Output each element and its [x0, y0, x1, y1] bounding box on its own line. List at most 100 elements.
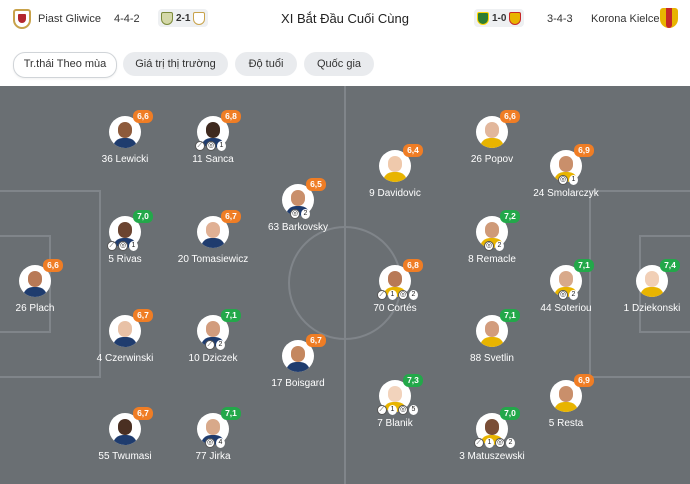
tab-country[interactable]: Quốc gia: [304, 52, 374, 76]
tab-market-value[interactable]: Giá trị thị trường: [123, 52, 228, 76]
away-formation: 3-4-3: [547, 13, 573, 25]
player-88-svetlin[interactable]: 7,1 88 Svetlin: [437, 309, 547, 385]
player-rating-badge: 6,7: [133, 407, 153, 420]
ball-icon: ◎: [398, 404, 408, 415]
player-name: 24 Smolarczyk: [533, 188, 599, 199]
event-count: 1: [217, 140, 226, 151]
ball-icon: ◎: [290, 208, 300, 219]
event-count: 1: [388, 289, 397, 300]
player-9-davidovic[interactable]: 6,4 9 Davidovic: [340, 144, 450, 220]
player-3-matuszewski[interactable]: 7,0 ⟋ 1 ◎ 2 3 Matuszewski: [437, 407, 547, 483]
player-rating-badge: 7,0: [500, 407, 520, 420]
player-events: ◎ 2: [484, 240, 504, 251]
away-recent-score: 1-0: [492, 12, 507, 24]
player-name: 70 Cortés: [373, 303, 417, 314]
player-events: ⟋ 1 ◎ 2: [474, 437, 515, 448]
away-recent-result[interactable]: 1-0: [474, 9, 525, 27]
player-name: 88 Svetlin: [470, 353, 514, 364]
player-name: 77 Jirka: [195, 451, 231, 462]
player-rating-badge: 7,0: [133, 210, 153, 223]
ball-icon: ◎: [205, 437, 215, 448]
event-count: 2: [301, 208, 310, 219]
ball-icon: ◎: [558, 289, 568, 300]
ball-icon: ◎: [206, 140, 216, 151]
player-events: ⟋ 1 ◎ 5: [377, 404, 418, 415]
player-rating-badge: 7,1: [221, 309, 241, 322]
ball-icon: ◎: [558, 174, 568, 185]
ball-icon: ◎: [495, 437, 505, 448]
player-name: 9 Davidovic: [369, 188, 421, 199]
player-name: 1 Dziekonski: [623, 303, 681, 314]
boot-icon: ⟋: [195, 140, 205, 151]
player-rating-badge: 7,1: [221, 407, 241, 420]
player-rating-badge: 6,6: [500, 110, 520, 123]
player-rating-badge: 6,9: [574, 144, 594, 157]
player-17-boisgard[interactable]: 6,7 17 Boisgard: [243, 334, 353, 410]
player-7-blanik[interactable]: 7,3 ⟋ 1 ◎ 5 7 Blanik: [340, 374, 450, 450]
away-team-crest[interactable]: [660, 8, 678, 28]
event-count: 1: [569, 174, 578, 185]
player-rating-badge: 7,1: [500, 309, 520, 322]
tab-season-form[interactable]: Tr.thái Theo mùa: [13, 52, 117, 78]
boot-icon: ⟋: [377, 289, 387, 300]
player-name: 7 Blanik: [377, 418, 413, 429]
player-rating-badge: 7,1: [574, 259, 594, 272]
event-count: 2: [569, 289, 578, 300]
player-name: 11 Sanca: [192, 154, 234, 165]
player-rating-badge: 6,7: [221, 210, 241, 223]
player-rating-badge: 7,4: [660, 259, 680, 272]
event-count: 1: [129, 240, 138, 251]
player-rating-badge: 6,6: [43, 259, 63, 272]
player-rating-badge: 6,8: [221, 110, 241, 123]
away-team-name[interactable]: Korona Kielce: [591, 12, 660, 26]
boot-icon: ⟋: [107, 240, 117, 251]
player-20-tomasiewicz[interactable]: 6,7 20 Tomasiewicz: [158, 210, 268, 286]
player-77-jirka[interactable]: 7,1 ◎ 4 77 Jirka: [158, 407, 268, 483]
player-name: 8 Remacle: [468, 254, 516, 265]
player-rating-badge: 6,8: [403, 259, 423, 272]
player-rating-badge: 7,2: [500, 210, 520, 223]
pitch: 6,6 36 Lewicki 6,8 ⟋ ◎ 1 11 Sanca 6,5 ◎ 2 63 Barko…: [0, 86, 690, 484]
player-name: 3 Matuszewski: [459, 451, 525, 462]
player-1-dziekonski[interactable]: 7,4 1 Dziekonski: [597, 259, 690, 335]
player-rating-badge: 7,3: [403, 374, 423, 387]
event-count: 1: [485, 437, 494, 448]
event-count: 2: [495, 240, 504, 251]
ball-icon: ◎: [398, 289, 408, 300]
player-events: ⟋ ◎ 1: [195, 140, 226, 151]
player-events: ⟋ 1 ◎ 2: [377, 289, 418, 300]
player-events: ◎ 4: [205, 437, 225, 448]
player-rating-badge: 6,9: [574, 374, 594, 387]
opponent-crest-icon: [477, 11, 489, 25]
player-events: ◎ 1: [558, 174, 578, 185]
boot-icon: ⟋: [474, 437, 484, 448]
event-count: 5: [409, 404, 418, 415]
boot-icon: ⟋: [205, 339, 215, 350]
player-events: ⟋ ◎ 1: [107, 240, 138, 251]
page-title: XI Bắt Đầu Cuối Cùng: [281, 11, 409, 26]
stat-tabs: Tr.thái Theo mùa Giá trị thị trường Độ t…: [0, 40, 690, 86]
boot-icon: ⟋: [377, 404, 387, 415]
player-rating-badge: 6,6: [133, 110, 153, 123]
player-24-smolarczyk[interactable]: 6,9 ◎ 1 24 Smolarczyk: [511, 144, 621, 220]
player-events: ◎ 2: [290, 208, 310, 219]
player-name: 26 Plach: [15, 303, 55, 314]
player-rating-badge: 6,4: [403, 144, 423, 157]
tab-age[interactable]: Độ tuổi: [235, 52, 297, 76]
player-events: ⟋ 2: [205, 339, 225, 350]
player-name: 17 Boisgard: [271, 378, 325, 389]
player-name: 20 Tomasiewicz: [177, 254, 249, 265]
player-11-sanca[interactable]: 6,8 ⟋ ◎ 1 11 Sanca: [158, 110, 268, 186]
player-70-cort-s[interactable]: 6,8 ⟋ 1 ◎ 2 70 Cortés: [340, 259, 450, 335]
player-rating-badge: 6,7: [133, 309, 153, 322]
ball-icon: ◎: [118, 240, 128, 251]
event-count: 2: [409, 289, 418, 300]
ball-icon: ◎: [484, 240, 494, 251]
lineup-header: Piast Gliwice 4-4-2 2-1 XI Bắt Đầu Cuối …: [0, 0, 690, 40]
player-events: ◎ 2: [558, 289, 578, 300]
event-count: 1: [388, 404, 397, 415]
player-rating-badge: 6,5: [306, 178, 326, 191]
team-crest-icon: [509, 11, 522, 25]
event-count: 2: [216, 339, 225, 350]
player-rating-badge: 6,7: [306, 334, 326, 347]
